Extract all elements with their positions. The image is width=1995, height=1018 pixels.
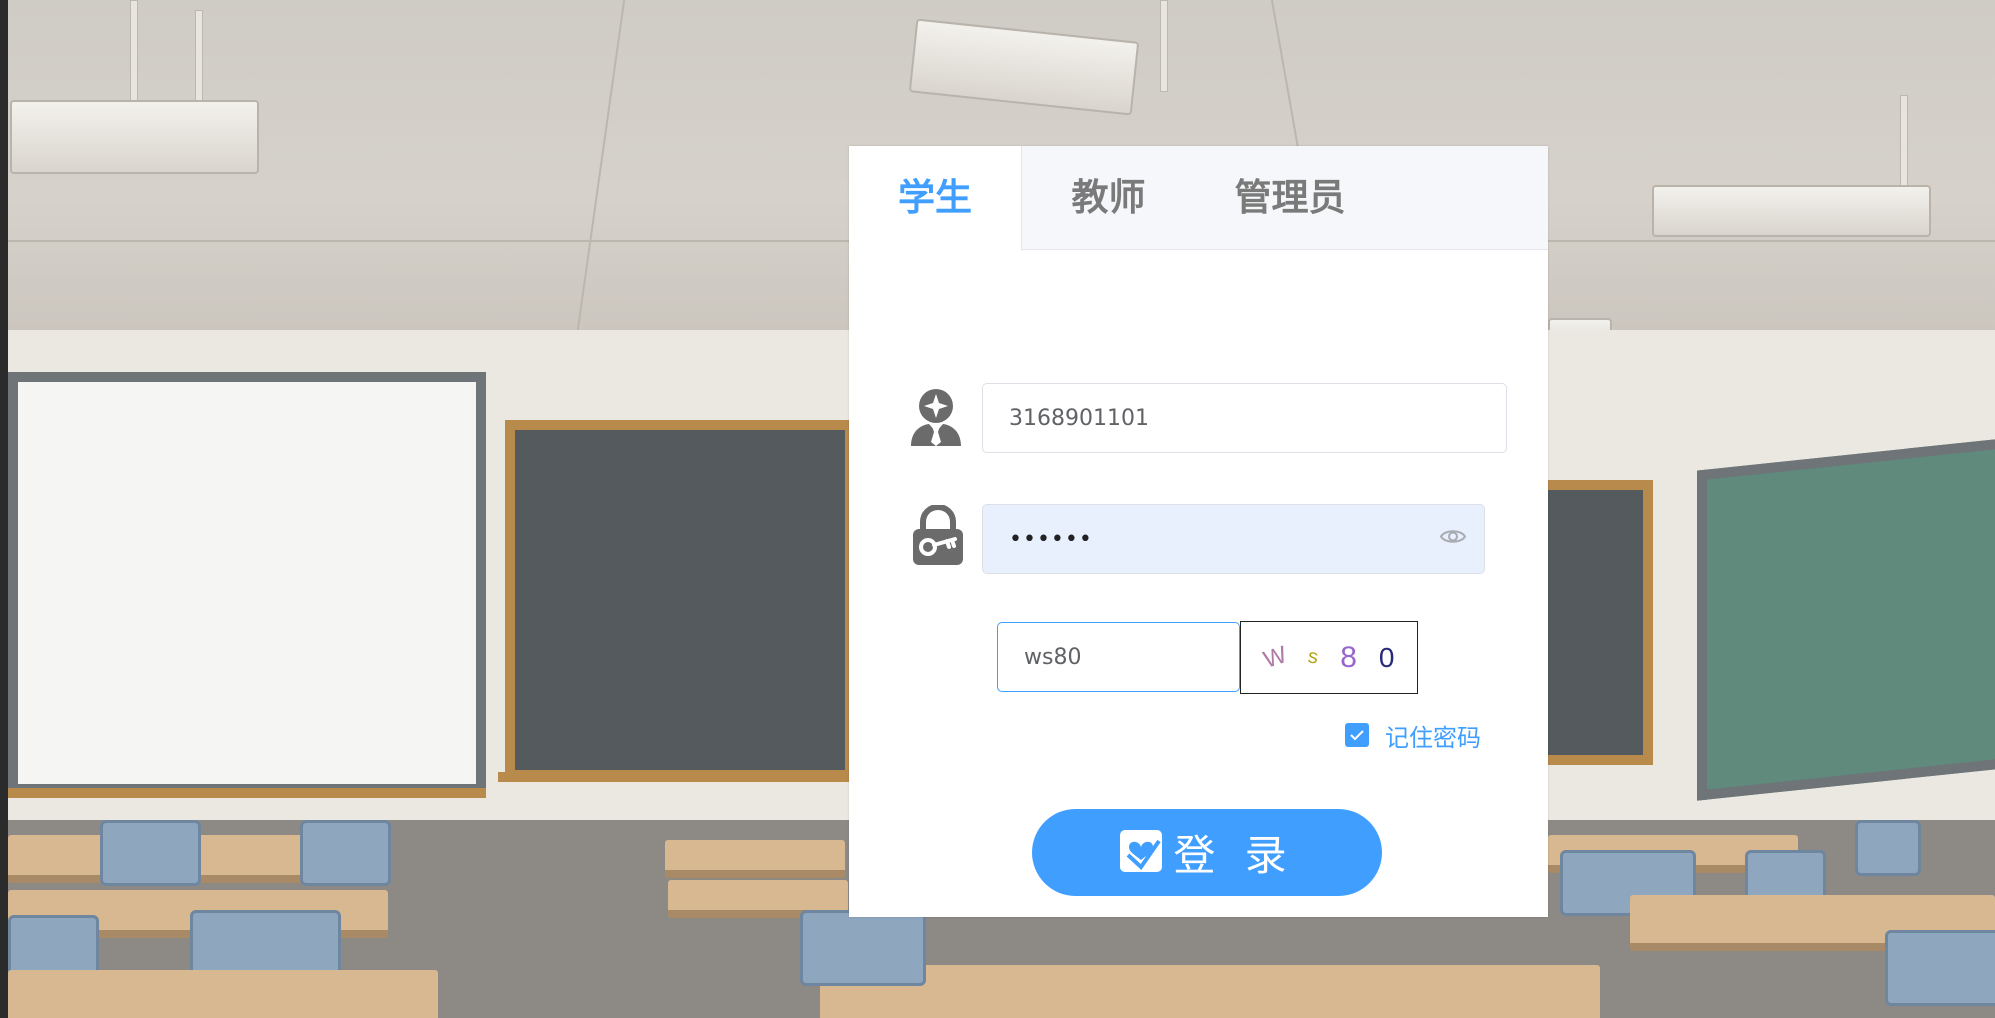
whiteboard bbox=[8, 372, 486, 794]
captcha-char: s bbox=[1306, 645, 1320, 669]
tab-admin[interactable]: 管理员 bbox=[1195, 146, 1385, 250]
username-input[interactable]: 3168901101 bbox=[982, 383, 1507, 453]
remember-password-label[interactable]: 记住密码 bbox=[1385, 718, 1481, 753]
light-rod bbox=[1160, 0, 1168, 92]
desk bbox=[665, 840, 845, 878]
ceiling-light bbox=[1652, 185, 1931, 237]
chair bbox=[1885, 930, 1995, 1006]
login-label: 登 录 bbox=[1173, 831, 1295, 880]
light-rod bbox=[1900, 95, 1908, 197]
chalkboard bbox=[1697, 439, 1995, 801]
login-panel: 学生 教师 管理员 3168901101 •••••• ws80 W s 8 0… bbox=[849, 146, 1548, 917]
heart-check-icon bbox=[1119, 829, 1163, 877]
role-tabs: 学生 教师 管理员 bbox=[849, 146, 1548, 251]
board-tray bbox=[498, 772, 858, 782]
chalkboard bbox=[505, 420, 855, 780]
captcha-char: 0 bbox=[1378, 641, 1395, 673]
lock-key-icon bbox=[911, 503, 965, 571]
captcha-image[interactable]: W s 8 0 bbox=[1240, 621, 1418, 694]
eye-icon[interactable] bbox=[1439, 527, 1467, 552]
login-button[interactable]: 登 录 bbox=[1032, 809, 1382, 896]
remember-password-checkbox[interactable]: 记住密码 bbox=[1345, 718, 1481, 753]
light-rod bbox=[130, 0, 138, 112]
board-tray bbox=[8, 788, 486, 798]
classroom-background: 学生 教师 管理员 3168901101 •••••• ws80 W s 8 0… bbox=[0, 0, 1995, 1018]
window-edge bbox=[0, 0, 8, 1018]
tab-student[interactable]: 学生 bbox=[849, 146, 1022, 251]
chair bbox=[100, 820, 201, 886]
password-value: •••••• bbox=[1009, 526, 1093, 552]
username-value: 3168901101 bbox=[1009, 405, 1149, 431]
captcha-input[interactable]: ws80 bbox=[997, 622, 1240, 692]
desk bbox=[8, 970, 438, 1018]
captcha-char: W bbox=[1259, 640, 1290, 674]
chair bbox=[300, 820, 391, 886]
captcha-char: 8 bbox=[1340, 640, 1357, 674]
ceiling-light bbox=[10, 100, 259, 174]
chair bbox=[800, 910, 926, 986]
student-user-icon bbox=[907, 388, 965, 450]
password-input[interactable]: •••••• bbox=[982, 504, 1485, 574]
tab-teacher[interactable]: 教师 bbox=[1022, 146, 1195, 250]
chalkboard bbox=[1545, 480, 1653, 765]
chair bbox=[1855, 820, 1921, 876]
desk bbox=[820, 965, 1600, 1018]
checkbox-check-icon[interactable] bbox=[1345, 723, 1369, 747]
captcha-value: ws80 bbox=[1024, 644, 1082, 670]
light-rod bbox=[195, 10, 203, 112]
